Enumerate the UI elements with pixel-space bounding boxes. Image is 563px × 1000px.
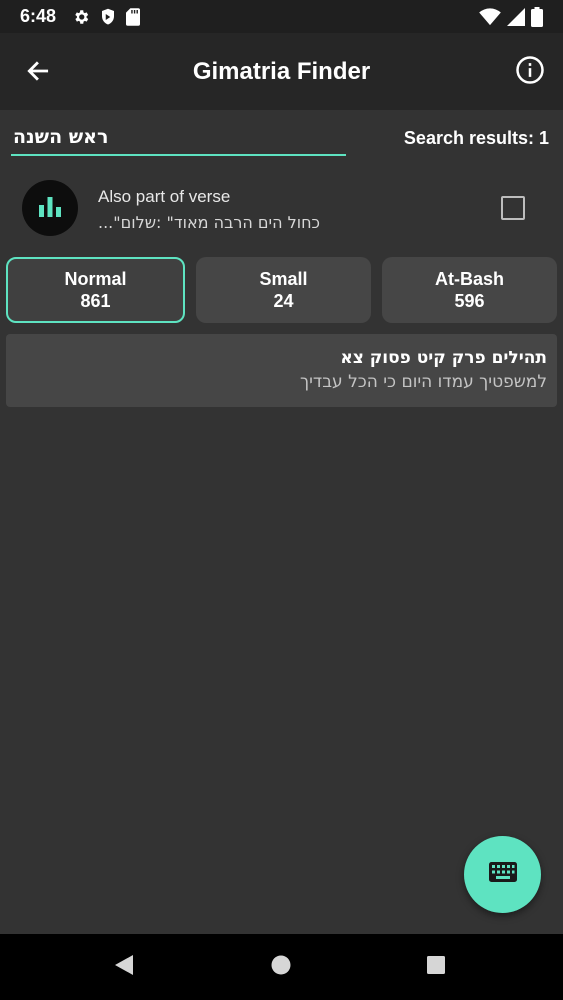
- wifi-icon: [479, 7, 501, 26]
- tab-value: 861: [80, 291, 111, 311]
- nav-recents-button[interactable]: [423, 954, 449, 980]
- bar-chart-icon: [38, 195, 62, 222]
- tab-normal[interactable]: Normal 861: [6, 257, 185, 323]
- status-bar: 6:48: [0, 0, 563, 33]
- search-row: Search results: 1: [0, 118, 563, 158]
- tab-at-bash[interactable]: At-Bash 596: [382, 257, 557, 323]
- verse-option-row[interactable]: Also part of verse ..."כחול הים הרבה מאו…: [0, 172, 563, 244]
- list-item[interactable]: תהילים פרק קיט פסוק צא למשפטיך עמדו היום…: [6, 334, 557, 407]
- tab-label: Normal: [64, 269, 127, 289]
- page-title: Gimatria Finder: [192, 57, 371, 85]
- search-input[interactable]: [11, 124, 346, 156]
- info-button[interactable]: [515, 55, 545, 90]
- system-nav-bar: [0, 934, 563, 1000]
- tab-value: 24: [273, 291, 294, 311]
- signal-icon: [507, 7, 525, 26]
- app-bar: Gimatria Finder: [0, 33, 563, 110]
- sd-card-icon: [126, 7, 141, 26]
- info-icon: [515, 55, 545, 90]
- gear-icon: [72, 8, 90, 26]
- search-results-count: Search results: 1: [403, 128, 549, 148]
- verse-checkbox[interactable]: [501, 196, 525, 220]
- verse-option-title: Also part of verse: [98, 187, 231, 206]
- home-circle-icon: [270, 954, 292, 981]
- method-tabs: Normal 861 Small 24 At-Bash 596: [6, 257, 557, 323]
- tab-label: At-Bash: [434, 269, 504, 289]
- arrow-left-icon: [25, 58, 51, 89]
- tab-value: 596: [454, 291, 485, 311]
- battery-icon: [531, 6, 543, 27]
- status-time: 6:48: [20, 6, 57, 26]
- nav-back-button[interactable]: [111, 954, 137, 980]
- shield-icon: [100, 8, 116, 26]
- avatar: [22, 180, 78, 236]
- keyboard-icon: [488, 861, 517, 888]
- back-triangle-icon: [113, 954, 135, 981]
- back-button[interactable]: [22, 57, 54, 89]
- tab-small[interactable]: Small 24: [196, 257, 371, 323]
- result-title: תהילים פרק קיט פסוק צא: [340, 348, 547, 368]
- nav-home-button[interactable]: [268, 954, 294, 980]
- tab-label: Small: [259, 269, 308, 289]
- recents-square-icon: [425, 954, 447, 981]
- result-text: למשפטיך עמדו היום כי הכל עבדיך: [300, 372, 547, 392]
- keyboard-fab-button[interactable]: [464, 836, 541, 913]
- verse-option-subtitle: ..."כחול הים הרבה מאוד" :שלום: [98, 213, 320, 232]
